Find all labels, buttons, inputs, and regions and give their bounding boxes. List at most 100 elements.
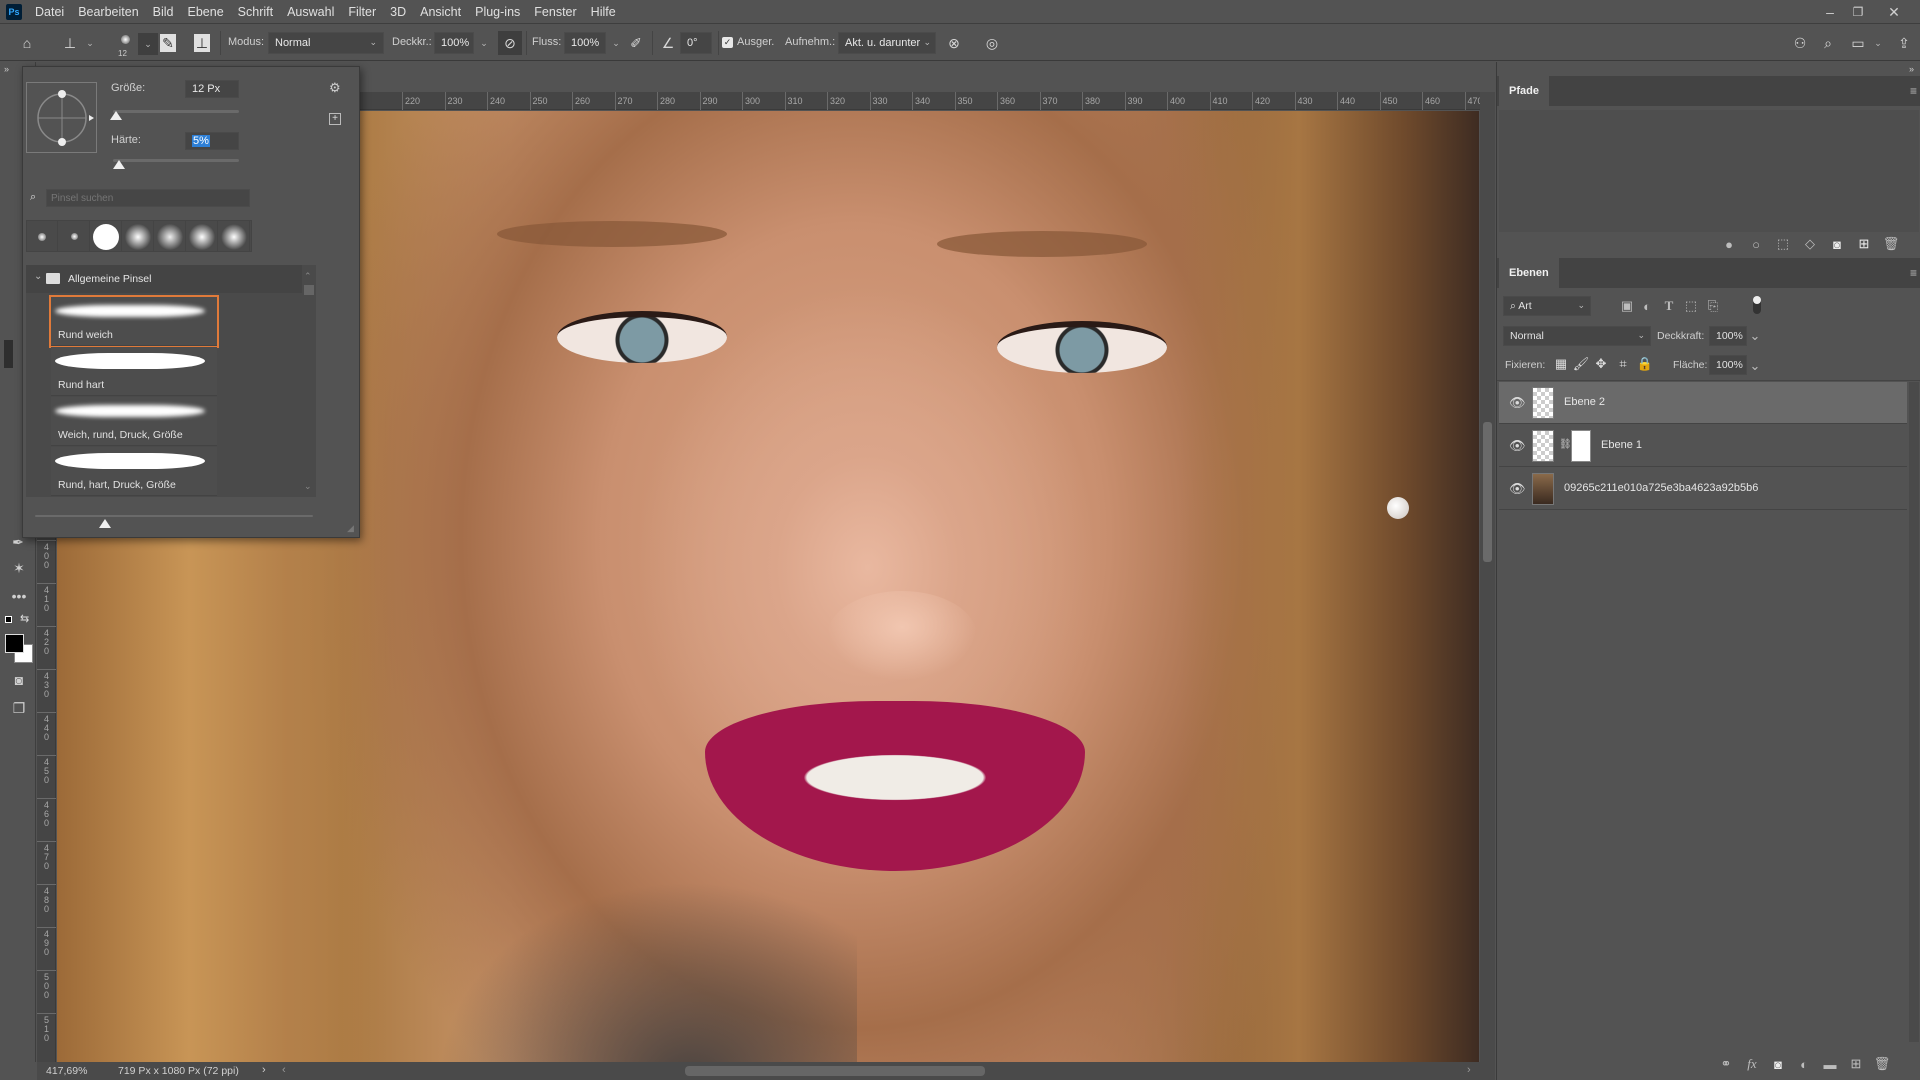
new-group-icon[interactable]: ▬ <box>1821 1056 1839 1072</box>
brush-settings-panel-icon[interactable]: ✎ <box>160 34 176 52</box>
layer-name[interactable]: Ebene 2 <box>1564 396 1605 408</box>
menu-3d[interactable]: 3D <box>383 0 413 24</box>
tab-pfade[interactable]: Pfade <box>1499 76 1549 106</box>
lock-artboard-icon[interactable]: ⌗ <box>1615 356 1631 372</box>
scroll-down-icon[interactable]: ⌄ <box>304 481 312 492</box>
fluss-chevron-icon[interactable]: ⌄ <box>606 33 626 53</box>
share-icon[interactable]: ⇪ <box>1894 33 1914 53</box>
size-slider-track[interactable] <box>113 110 239 113</box>
tab-ebenen[interactable]: Ebenen <box>1499 258 1559 288</box>
collapse-icon[interactable]: » <box>1909 64 1914 74</box>
airbrush-icon[interactable]: ✐ <box>626 33 646 53</box>
visibility-eye-icon[interactable]: 👁 <box>1509 481 1526 497</box>
menu-fenster[interactable]: Fenster <box>527 0 583 24</box>
menu-datei[interactable]: Datei <box>28 0 71 24</box>
filter-adjustment-icon[interactable]: ◐ <box>1639 298 1655 314</box>
brush-preset-item[interactable]: Rund hart <box>51 347 217 396</box>
visibility-eye-icon[interactable]: 👁 <box>1509 438 1526 454</box>
selection-to-path-icon[interactable]: ◇ <box>1802 236 1818 252</box>
opacity-chevron-icon[interactable]: ⌄ <box>1747 328 1763 344</box>
gear-icon[interactable]: ⚙ <box>329 80 341 96</box>
link-layers-icon[interactable]: ⚭ <box>1717 1056 1735 1072</box>
layers-scrollbar[interactable] <box>1909 382 1919 1042</box>
visibility-eye-icon[interactable]: 👁 <box>1509 395 1526 411</box>
filter-pixel-icon[interactable]: ▣ <box>1619 298 1635 314</box>
quick-mask-icon[interactable]: ◙ <box>8 670 30 690</box>
hardness-input[interactable]: 5% <box>185 132 239 150</box>
tool-preset-chevron-icon[interactable]: ⌄ <box>80 33 100 53</box>
brush-preset-item[interactable]: Rund weich <box>49 295 219 348</box>
deckkraft-chevron-icon[interactable]: ⌄ <box>474 33 494 53</box>
menu-ebene[interactable]: Ebene <box>181 0 231 24</box>
fluss-input[interactable]: 100% <box>564 32 606 54</box>
angle-input[interactable]: 0° <box>680 32 712 54</box>
scroll-up-icon[interactable]: ⌃ <box>304 271 312 282</box>
clone-stamp-tool-icon[interactable]: ⊥ <box>60 33 80 53</box>
mask-link-icon[interactable]: ⛓ <box>1559 439 1572 450</box>
brush-tip-swatch[interactable] <box>219 221 250 252</box>
close-button[interactable]: ✕ <box>1880 0 1908 24</box>
brush-tip-swatch[interactable] <box>27 221 58 252</box>
menu-bild[interactable]: Bild <box>146 0 181 24</box>
opacity-input[interactable]: 100% <box>1709 326 1747 346</box>
layer-row[interactable]: 👁 ⛓ Ebene 1 <box>1499 425 1907 467</box>
modus-select[interactable]: Normal ⌄ <box>268 32 384 54</box>
new-preset-icon[interactable]: + <box>329 113 341 125</box>
swap-colors-icon[interactable]: ⇆ <box>20 612 29 625</box>
search-icon[interactable]: ⌕ <box>1818 33 1838 53</box>
add-mask-icon[interactable]: ◙ <box>1829 236 1845 252</box>
brush-picker-chevron-icon[interactable]: ⌄ <box>138 33 158 55</box>
deckkraft-input[interactable]: 100% <box>434 32 474 54</box>
filter-smart-object-icon[interactable]: ⎘ <box>1705 298 1721 314</box>
hardness-slider-track[interactable] <box>113 159 239 162</box>
brush-tip-swatch[interactable] <box>187 221 218 252</box>
stroke-path-icon[interactable]: ○ <box>1748 236 1764 252</box>
fill-input[interactable]: 100% <box>1709 355 1747 375</box>
workspace-icon[interactable]: ▭ <box>1848 33 1868 53</box>
brush-search-input[interactable] <box>46 189 250 207</box>
ausger-checkbox[interactable]: ✓ <box>722 37 733 48</box>
scroll-right-icon[interactable]: › <box>1467 1064 1471 1076</box>
collapse-icon[interactable]: » <box>4 64 9 74</box>
path-to-selection-icon[interactable]: ⬚ <box>1775 236 1791 252</box>
brush-preset-item[interactable]: Weich, rund, Druck, Größe <box>51 397 217 446</box>
more-tools-icon[interactable]: ••• <box>8 586 30 606</box>
menu-filter[interactable]: Filter <box>341 0 383 24</box>
restore-button[interactable]: ❐ <box>1844 0 1872 24</box>
pressure-size-icon[interactable]: ◎ <box>982 33 1002 53</box>
brush-preset-item[interactable]: Rund, hart, Druck, Größe <box>51 447 217 496</box>
clone-source-panel-icon[interactable]: ⊥ <box>194 34 210 52</box>
screen-mode-icon[interactable]: ❐ <box>8 698 30 718</box>
fill-path-icon[interactable]: ● <box>1721 236 1737 252</box>
resize-grip-icon[interactable]: ◢ <box>347 523 354 534</box>
lock-all-icon[interactable]: 🔒 <box>1637 356 1653 372</box>
share-user-icon[interactable]: ⚇ <box>1790 33 1810 53</box>
fx-icon[interactable]: fx <box>1743 1056 1761 1072</box>
hardness-slider-knob[interactable] <box>113 160 126 169</box>
puppet-warp-icon[interactable]: ✶ <box>8 558 30 578</box>
zoom-level[interactable]: 417,69% <box>46 1065 87 1077</box>
scroll-left-icon[interactable]: ‹ <box>282 1064 286 1076</box>
layer-name[interactable]: Ebene 1 <box>1601 439 1642 451</box>
brush-angle-preview[interactable] <box>26 82 97 153</box>
menu-schrift[interactable]: Schrift <box>231 0 280 24</box>
brush-tip-swatch[interactable] <box>91 221 122 252</box>
lock-image-icon[interactable]: 🖌 <box>1573 356 1590 372</box>
filter-toggle[interactable] <box>1753 296 1761 314</box>
brush-list-scroll-thumb[interactable] <box>304 285 314 295</box>
home-icon[interactable]: ⌂ <box>17 33 37 53</box>
lock-transparent-icon[interactable]: ▦ <box>1553 356 1569 372</box>
delete-layer-icon[interactable]: 🗑 <box>1873 1056 1891 1072</box>
new-path-icon[interactable]: ⊞ <box>1856 236 1872 252</box>
menu-ansicht[interactable]: Ansicht <box>413 0 468 24</box>
blend-mode-select[interactable]: Normal ⌄ <box>1503 326 1651 346</box>
size-slider-knob[interactable] <box>109 111 122 120</box>
new-layer-icon[interactable]: ⊞ <box>1847 1056 1865 1072</box>
brush-tip-swatch[interactable] <box>59 221 90 252</box>
ignore-adjustment-layers-icon[interactable]: ⊗ <box>944 33 964 53</box>
minimize-button[interactable]: – <box>1816 0 1844 24</box>
status-expand-icon[interactable]: › <box>262 1064 266 1076</box>
workspace-chevron-icon[interactable]: ⌄ <box>1868 33 1888 53</box>
menu-hilfe[interactable]: Hilfe <box>584 0 623 24</box>
pressure-opacity-icon[interactable]: ⊘ <box>498 31 522 55</box>
